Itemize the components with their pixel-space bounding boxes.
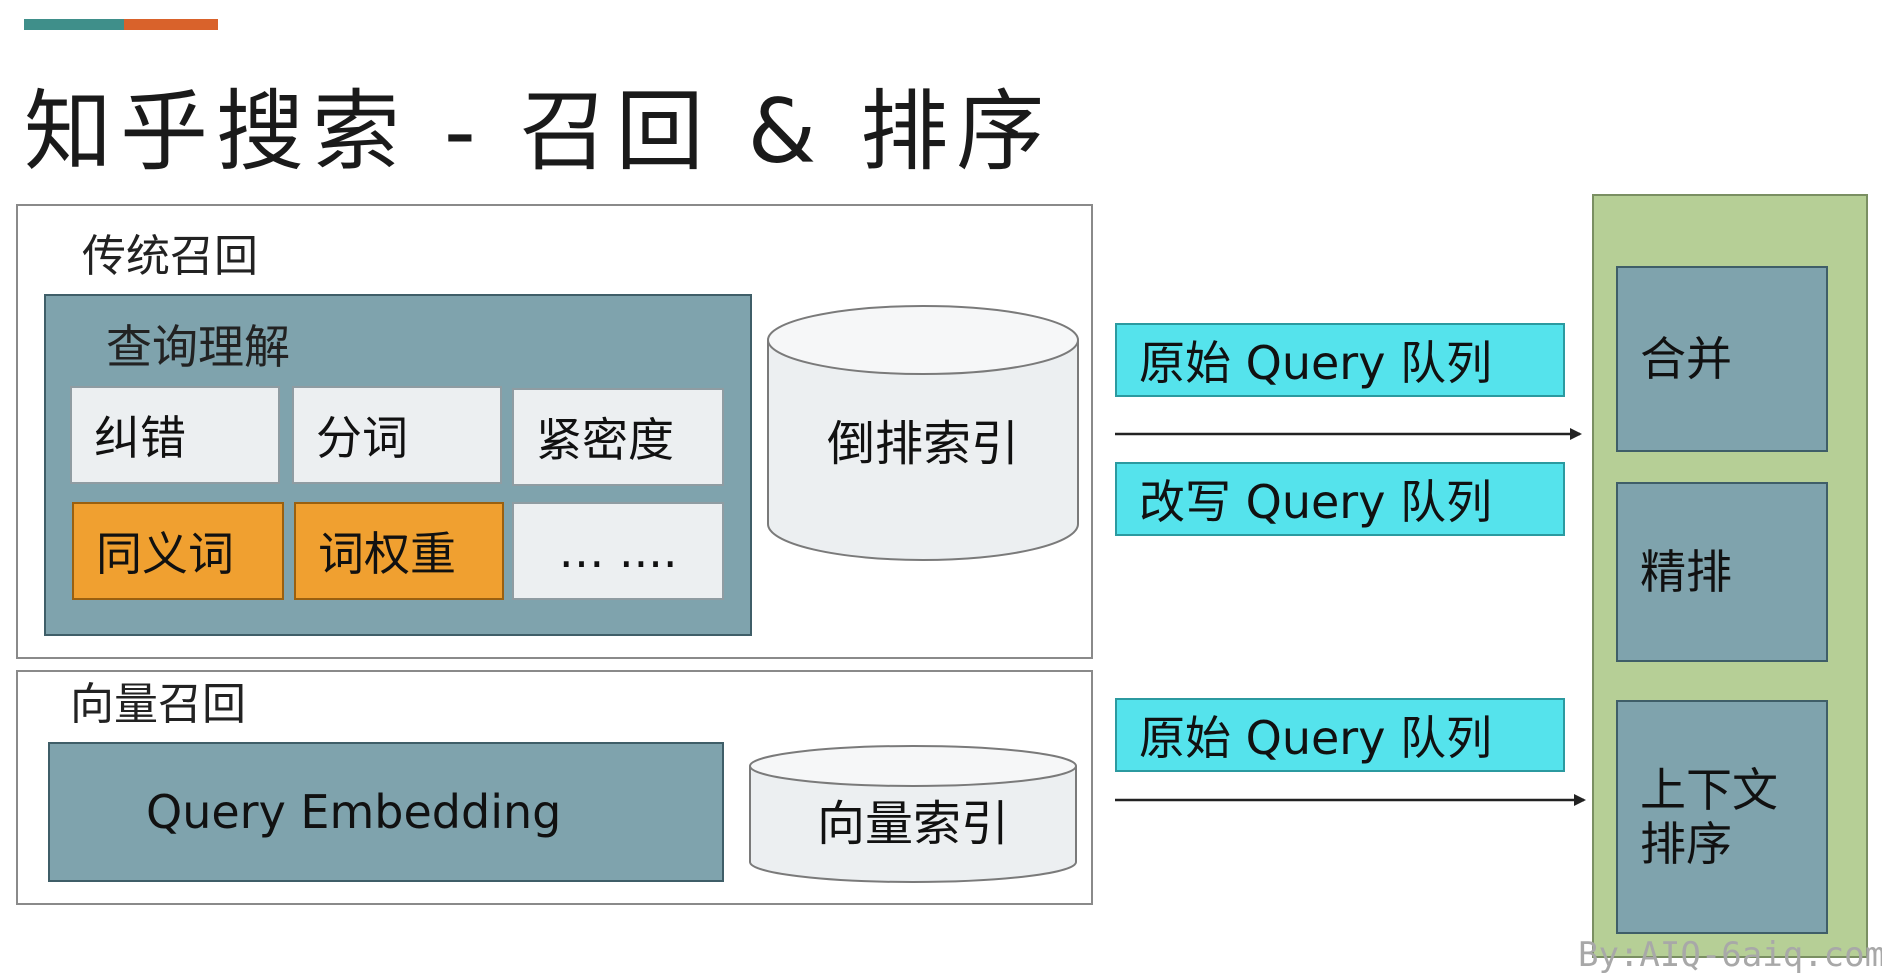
merge-box: 合并 <box>1616 266 1828 452</box>
context-rank-label-line2: 排序 <box>1640 817 1732 871</box>
fine-rank-label: 精排 <box>1640 545 1732 599</box>
merge-label: 合并 <box>1640 332 1732 386</box>
ranking-column: 合并 精排 上下文 排序 <box>1592 194 1868 958</box>
context-rank-box: 上下文 排序 <box>1616 700 1828 934</box>
context-rank-label-line1: 上下文 <box>1640 763 1778 817</box>
watermark: By:AIQ-6aiq.com <box>1578 935 1882 975</box>
fine-rank-box: 精排 <box>1616 482 1828 662</box>
